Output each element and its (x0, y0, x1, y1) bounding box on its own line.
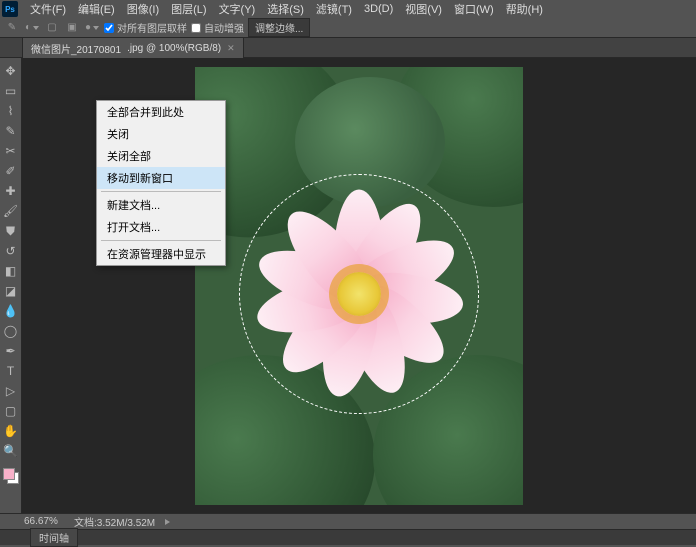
path-tool-icon[interactable]: ▷ (2, 382, 20, 400)
sample-all-layers-input[interactable] (104, 23, 114, 33)
document-info: 文档:3.52M/3.52M (74, 514, 155, 529)
color-swatches[interactable] (3, 468, 19, 484)
menu-help[interactable]: 帮助(H) (500, 0, 549, 19)
brush-size-icon[interactable]: ● (84, 20, 100, 36)
lotus-flower-image (239, 174, 479, 414)
doc-info-dropdown-icon[interactable] (165, 519, 170, 525)
lasso-tool-icon[interactable]: ⌇ (2, 102, 20, 120)
gradient-tool-icon[interactable]: ◪ (2, 282, 20, 300)
sample-all-layers-checkbox[interactable]: 对所有图层取样 (104, 20, 187, 35)
subtract-selection-icon[interactable]: ▣ (64, 20, 80, 36)
foreground-color-swatch[interactable] (3, 468, 15, 480)
menu-separator (101, 240, 221, 241)
crop-tool-icon[interactable]: ✂ (2, 142, 20, 160)
menu-close[interactable]: 关闭 (97, 123, 225, 145)
status-bar: 66.67% 文档:3.52M/3.52M (0, 513, 696, 529)
menu-edit[interactable]: 编辑(E) (72, 0, 121, 19)
menu-separator (101, 191, 221, 192)
menu-view[interactable]: 视图(V) (399, 0, 448, 19)
document-tab-title: 微信图片_20170801 (31, 41, 121, 56)
add-selection-icon[interactable]: ▢ (44, 20, 60, 36)
quick-select-tool-icon[interactable]: ✎ (2, 122, 20, 140)
menu-merge-all-here[interactable]: 全部合并到此处 (97, 101, 225, 123)
flower-center (337, 272, 381, 316)
document-canvas[interactable] (195, 67, 523, 505)
menu-type[interactable]: 文字(Y) (213, 0, 262, 19)
ps-logo-icon: Ps (2, 1, 18, 17)
menu-select[interactable]: 选择(S) (261, 0, 310, 19)
menu-open-document[interactable]: 打开文档... (97, 216, 225, 238)
hand-tool-icon[interactable]: ✋ (2, 422, 20, 440)
type-tool-icon[interactable]: T (2, 362, 20, 380)
auto-enhance-label: 自动增强 (204, 20, 244, 35)
menu-layer[interactable]: 图层(L) (165, 0, 212, 19)
healing-tool-icon[interactable]: ✚ (2, 182, 20, 200)
menu-filter[interactable]: 滤镜(T) (310, 0, 358, 19)
tool-preset-icon[interactable]: ✎ (4, 20, 20, 36)
menu-reveal-in-explorer[interactable]: 在资源管理器中显示 (97, 243, 225, 265)
document-tab[interactable]: 微信图片_20170801 .jpg @ 100%(RGB/8) ✕ (22, 37, 244, 59)
auto-enhance-checkbox[interactable]: 自动增强 (191, 20, 244, 35)
tools-panel: ✥ ▭ ⌇ ✎ ✂ ✐ ✚ 🖌 ⛊ ↺ ◧ ◪ 💧 ◯ ✒ T ▷ ▢ ✋ 🔍 (0, 58, 22, 513)
brush-tool-icon[interactable]: 🖌 (2, 202, 20, 220)
eraser-tool-icon[interactable]: ◧ (2, 262, 20, 280)
timeline-panel-tab[interactable]: 时间轴 (30, 528, 78, 547)
menu-3d[interactable]: 3D(D) (358, 1, 399, 17)
bottom-panel-bar: 时间轴 (0, 529, 696, 545)
shape-tool-icon[interactable]: ▢ (2, 402, 20, 420)
menu-image[interactable]: 图像(I) (121, 0, 165, 19)
close-tab-icon[interactable]: ✕ (227, 43, 235, 54)
menu-move-to-new-window[interactable]: 移动到新窗口 (97, 167, 225, 189)
history-brush-tool-icon[interactable]: ↺ (2, 242, 20, 260)
stamp-tool-icon[interactable]: ⛊ (2, 222, 20, 240)
menu-close-all[interactable]: 关闭全部 (97, 145, 225, 167)
auto-enhance-input[interactable] (191, 23, 201, 33)
document-tab-bar: 微信图片_20170801 .jpg @ 100%(RGB/8) ✕ (0, 38, 696, 58)
move-tool-icon[interactable]: ✥ (2, 62, 20, 80)
zoom-tool-icon[interactable]: 🔍 (2, 442, 20, 460)
tab-context-menu: 全部合并到此处 关闭 关闭全部 移动到新窗口 新建文档... 打开文档... 在… (96, 100, 226, 266)
dodge-tool-icon[interactable]: ◯ (2, 322, 20, 340)
document-tab-suffix: .jpg @ 100%(RGB/8) (127, 43, 221, 54)
sample-all-layers-label: 对所有图层取样 (117, 20, 187, 35)
menubar: Ps 文件(F) 编辑(E) 图像(I) 图层(L) 文字(Y) 选择(S) 滤… (0, 0, 696, 18)
eyedropper-tool-icon[interactable]: ✐ (2, 162, 20, 180)
workspace: ✥ ▭ ⌇ ✎ ✂ ✐ ✚ 🖌 ⛊ ↺ ◧ ◪ 💧 ◯ ✒ T ▷ ▢ ✋ 🔍 (0, 58, 696, 513)
zoom-level[interactable]: 66.67% (24, 516, 64, 527)
pen-tool-icon[interactable]: ✒ (2, 342, 20, 360)
menu-file[interactable]: 文件(F) (24, 0, 72, 19)
blur-tool-icon[interactable]: 💧 (2, 302, 20, 320)
refine-edge-button[interactable]: 调整边缘... (248, 18, 310, 37)
brush-preset-icon[interactable]: ◐ (24, 20, 40, 36)
marquee-tool-icon[interactable]: ▭ (2, 82, 20, 100)
options-bar: ✎ ◐ ▢ ▣ ● 对所有图层取样 自动增强 调整边缘... (0, 18, 696, 38)
menu-window[interactable]: 窗口(W) (448, 0, 500, 19)
menu-new-document[interactable]: 新建文档... (97, 194, 225, 216)
